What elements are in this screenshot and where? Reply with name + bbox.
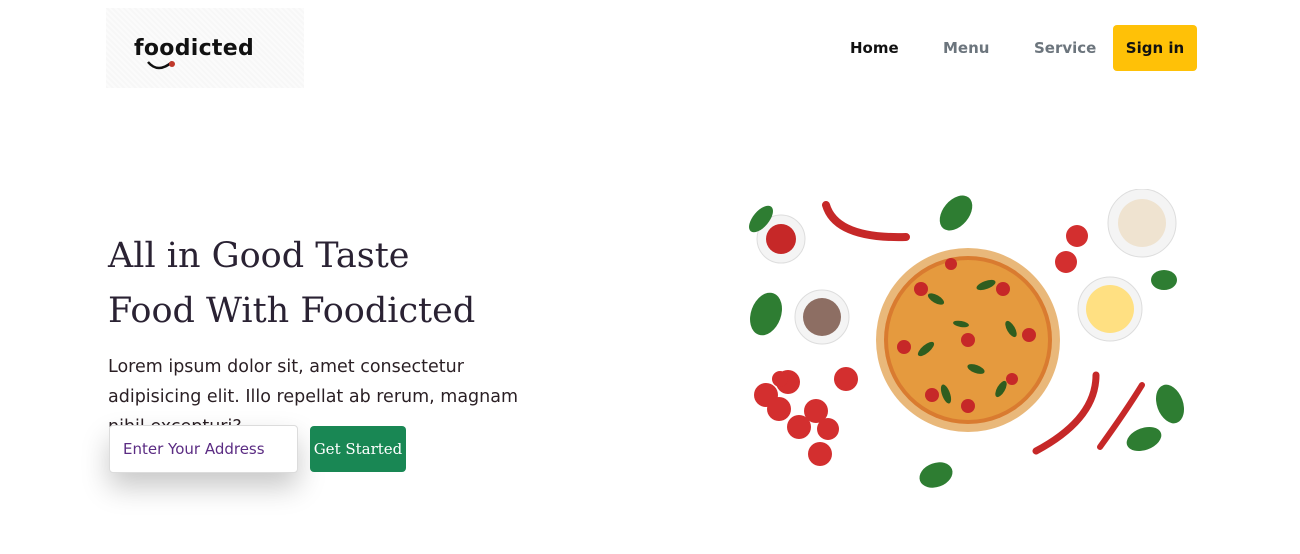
- address-input[interactable]: [109, 425, 298, 473]
- nav-menu[interactable]: Menu: [943, 39, 989, 57]
- brand-logo[interactable]: foodicted: [106, 8, 304, 88]
- pizza-illustration-icon: [749, 189, 1185, 488]
- sign-in-button[interactable]: Sign in: [1113, 25, 1197, 71]
- smile-icon: [147, 61, 175, 70]
- hero-title-line-2: Food With Foodicted: [108, 291, 476, 331]
- nav-home[interactable]: Home: [850, 39, 899, 57]
- get-started-button[interactable]: Get Started: [310, 426, 406, 472]
- nav-service[interactable]: Service: [1034, 39, 1096, 57]
- hero-image: [736, 189, 1193, 493]
- hero-title-line-1: All in Good Taste: [108, 236, 410, 276]
